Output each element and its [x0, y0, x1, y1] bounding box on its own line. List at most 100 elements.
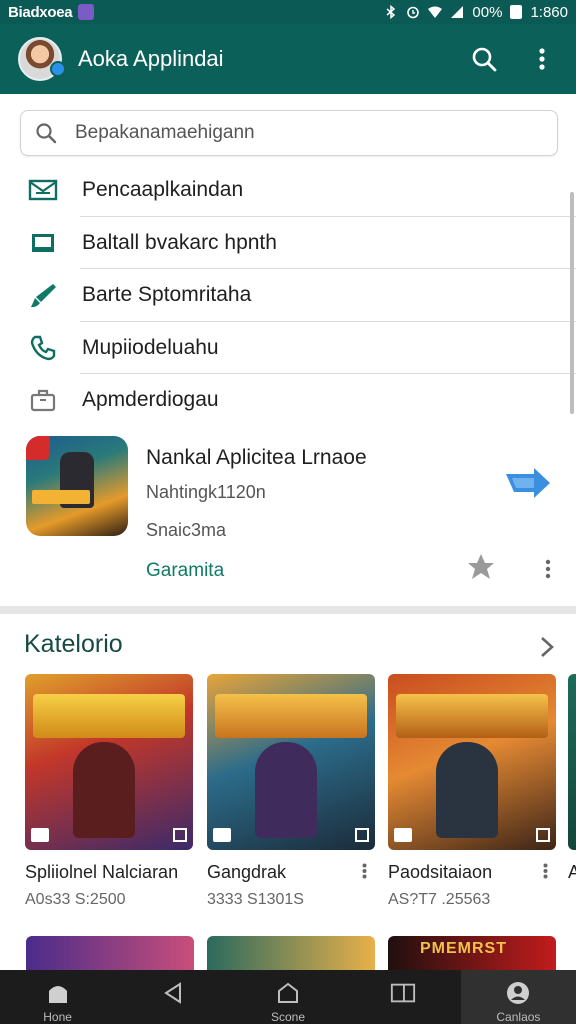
featured-app-meta: Snaic3ma [146, 520, 227, 540]
nav-account[interactable]: Canlaos [460, 970, 576, 1024]
menu-item-label: Apmderdiogau [82, 388, 219, 412]
app-bar: Aoka Applindai [0, 24, 576, 94]
game-cards-row-2: PMEMRST [0, 936, 576, 976]
menu-item-label: Barte Sptomritaha [82, 283, 252, 307]
category-menu: Pencaaplkaindan Baltall bvakarc hpnth Ba… [0, 164, 576, 427]
avatar[interactable] [18, 37, 66, 81]
game-cover[interactable] [25, 674, 193, 850]
menu-item-business[interactable]: Apmderdiogau [0, 374, 576, 427]
nav-back[interactable] [115, 970, 230, 1024]
menu-item-communication[interactable]: Mupiiodeluahu [0, 322, 576, 374]
briefcase-icon [30, 390, 56, 412]
game-card-partial[interactable]: A [568, 674, 576, 883]
search-button[interactable] [468, 43, 500, 75]
game-cards-row: Spliiolnel Nalciaran A0s33 S:2500 Gangdr… [0, 674, 576, 924]
game-logo-art [215, 694, 367, 738]
game-card-title: Gangdrak [207, 862, 287, 882]
back-icon [163, 982, 181, 1004]
hero-figure [73, 742, 135, 838]
mail-icon [28, 180, 58, 201]
home-outline-icon [278, 982, 298, 1003]
game-cover[interactable] [388, 674, 556, 850]
game-card-meta: AS?T7 .25563 [388, 891, 491, 908]
share-arrow-icon[interactable] [504, 468, 552, 498]
wifi-icon [428, 6, 443, 18]
publisher-logo-icon [26, 436, 50, 460]
menu-item-apps[interactable]: Pencaaplkaindan [0, 164, 576, 217]
section-divider [0, 606, 576, 614]
app-notification-icon [78, 4, 95, 20]
app-thumbnail[interactable] [26, 436, 128, 536]
game-card[interactable]: Gangdrak 3333 S1301S [207, 674, 377, 909]
nav-label: Hone [43, 1010, 72, 1024]
card-more-button[interactable] [538, 860, 552, 882]
profile-icon [507, 982, 530, 1004]
status-time: 1:860 [530, 3, 568, 21]
status-bar: Biadxoea 00% 1:860 [0, 0, 576, 24]
game-card-meta: 3333 S1301S [207, 891, 304, 908]
more-vertical-icon [545, 559, 551, 579]
more-vertical-icon [539, 48, 545, 70]
game-card-title: Spliiolnel Nalciaran [25, 862, 179, 882]
phone-icon [30, 335, 56, 360]
publisher-logo-icon [213, 828, 231, 842]
rating-box-icon [173, 828, 187, 842]
game-logo-art [33, 694, 185, 738]
game-card[interactable]: Paodsitaiaon AS?T7 .25563 [388, 674, 558, 909]
card-more-button[interactable] [357, 860, 371, 882]
menu-item-art[interactable]: Barte Sptomritaha [0, 269, 576, 322]
scrollbar[interactable] [570, 192, 574, 414]
featured-app-developer: Nahtingk1120n [146, 482, 266, 502]
more-vertical-icon [543, 863, 547, 879]
game-cover[interactable] [568, 674, 576, 850]
status-carrier: Biadxoea [8, 3, 73, 21]
nav-label: Scone [270, 1010, 306, 1024]
bottom-navigation: Hone Scone Canlaos [0, 970, 576, 1024]
alarm-icon [407, 6, 420, 19]
menu-item-label: Pencaaplkaindan [82, 178, 244, 202]
publisher-logo-icon [31, 828, 49, 842]
status-battery-percent: 00% [472, 3, 503, 21]
publisher-logo-icon [394, 828, 412, 842]
nav-home[interactable]: Hone [0, 970, 115, 1024]
star-icon[interactable] [466, 552, 496, 582]
chevron-right-icon[interactable] [534, 632, 560, 662]
nav-scene[interactable]: Scone [230, 970, 345, 1024]
overflow-menu-button[interactable] [526, 43, 558, 75]
featured-app-card[interactable]: Nankal Aplicitea Lrnaoe Nahtingk1120n Sn… [0, 428, 576, 606]
search-input[interactable] [75, 122, 515, 144]
game-logo-art [396, 694, 548, 738]
nav-recents[interactable] [346, 970, 461, 1024]
game-card-meta: A0s33 S:2500 [25, 891, 126, 908]
game-card-title: Paodsitaiaon [388, 862, 493, 882]
brush-icon [31, 284, 56, 308]
bluetooth-icon [386, 5, 396, 19]
app-title: Aoka Applindai [78, 46, 224, 71]
categories-header: Katelorio [0, 628, 576, 668]
signal-icon [451, 6, 464, 18]
game-logo-banner [32, 490, 90, 504]
menu-item-label: Baltall bvakarc hpnth [82, 230, 277, 254]
recents-icon [391, 983, 416, 1003]
search-icon [472, 47, 497, 72]
hero-figure [255, 742, 317, 838]
more-vertical-icon [362, 863, 366, 879]
rating-box-icon [355, 828, 369, 842]
search-bar[interactable] [20, 110, 558, 156]
game-card-title: A [568, 862, 576, 882]
hero-figure [436, 742, 498, 838]
nav-label: Canlaos [496, 1010, 541, 1024]
featured-app-action-link[interactable]: Garamita [146, 560, 224, 582]
categories-title: Katelorio [24, 630, 123, 658]
featured-more-button[interactable] [534, 554, 562, 584]
featured-app-title: Nankal Aplicitea Lrnaoe [146, 446, 367, 469]
tablet-icon [32, 233, 54, 252]
game-cover[interactable] [207, 674, 375, 850]
game-logo-text: PMEMRST [420, 940, 507, 957]
game-card[interactable]: Spliiolnel Nalciaran A0s33 S:2500 [25, 674, 195, 909]
battery-icon [510, 5, 523, 19]
home-icon [48, 986, 67, 1003]
menu-item-tablet[interactable]: Baltall bvakarc hpnth [0, 217, 576, 269]
verified-badge-icon [50, 61, 66, 77]
rating-box-icon [536, 828, 550, 842]
